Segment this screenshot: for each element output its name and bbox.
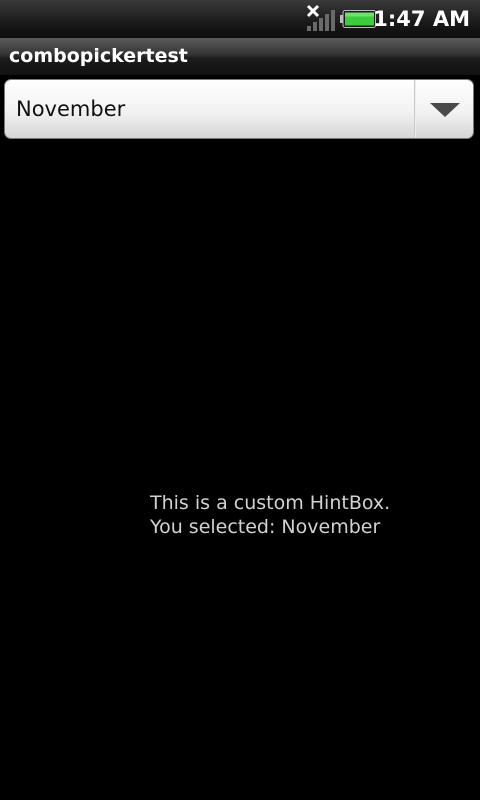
dropdown-arrow-icon[interactable] [429, 102, 461, 118]
hint-text-line: This is a custom HintBox. [150, 492, 391, 514]
month-spinner[interactable]: November [4, 79, 474, 139]
hint-selection-text: You selected: November [150, 516, 381, 538]
no-signal-icon [306, 4, 335, 31]
status-bar: 1:47 AM [0, 0, 480, 38]
battery-full-icon [340, 10, 376, 28]
spinner-divider [414, 80, 416, 138]
status-time: 1:47 AM [373, 7, 470, 31]
hint-box: This is a custom HintBox. You selected: … [150, 491, 450, 539]
spinner-selected-value: November [16, 97, 126, 121]
app-title: combopickertest [9, 45, 188, 67]
title-bar: combopickertest [0, 38, 480, 76]
